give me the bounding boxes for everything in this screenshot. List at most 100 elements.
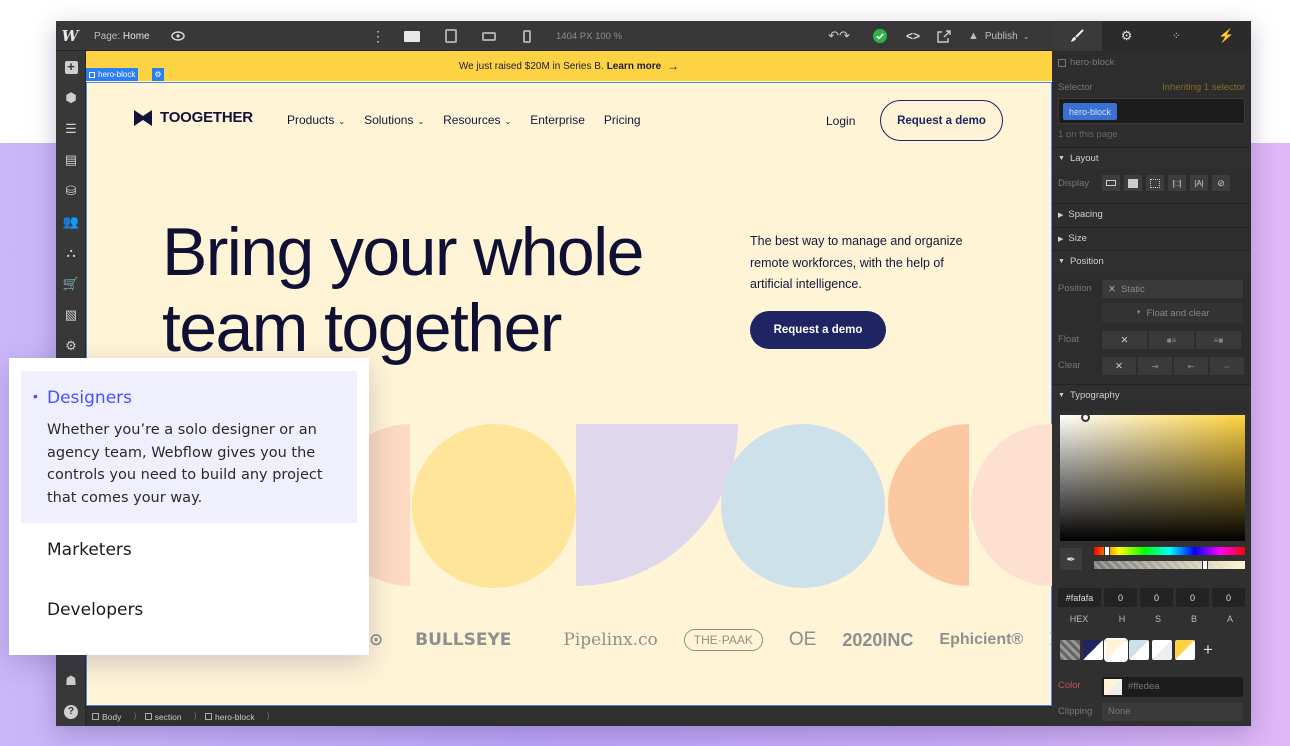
learn-more-link[interactable]: Learn more <box>607 61 661 72</box>
assets-icon[interactable]: ▧ <box>56 303 86 327</box>
float-right-icon[interactable]: ≡■ <box>1196 331 1241 349</box>
display-inline-icon[interactable]: |A| <box>1190 175 1208 191</box>
clear-right-icon[interactable]: ⇤ <box>1174 357 1208 375</box>
webflow-logo[interactable]: W <box>56 21 84 51</box>
nav-label: Products <box>287 113 335 127</box>
nav-products[interactable]: Products ⌄ <box>287 113 345 127</box>
swatch-white[interactable] <box>1152 640 1172 660</box>
selected-element-tag[interactable]: hero-block <box>86 68 139 81</box>
users-icon[interactable]: 👥 <box>56 210 86 234</box>
close-icon: ✕ <box>1108 283 1116 295</box>
undo-redo-icon[interactable]: ↶↷ <box>822 21 856 51</box>
nav-enterprise[interactable]: Enterprise <box>530 113 585 127</box>
element-settings-icon[interactable]: ⚙ <box>152 68 164 81</box>
clipping-select[interactable]: None <box>1102 703 1243 721</box>
nav-request-demo-button[interactable]: Request a demo <box>880 100 1003 141</box>
brand-logo[interactable]: TOOGETHER <box>134 109 253 126</box>
swatch-light-blue[interactable] <box>1129 640 1149 660</box>
export-icon[interactable] <box>934 21 954 51</box>
color-field[interactable]: #ffedea <box>1102 677 1243 697</box>
add-swatch-icon[interactable]: + <box>1198 640 1218 660</box>
clear-left-icon[interactable]: ⇥ <box>1138 357 1172 375</box>
saturation-brightness-area[interactable] <box>1060 413 1245 541</box>
breadcrumb-label: Body <box>102 711 122 722</box>
hue-input[interactable]: 0 <box>1104 588 1137 607</box>
caret-down-icon: ▼ <box>1058 155 1065 162</box>
desktop-viewport-icon[interactable] <box>401 21 423 51</box>
float-none-icon[interactable]: ✕ <box>1102 331 1147 349</box>
add-elements-icon[interactable]: + <box>56 55 86 79</box>
style-brush-icon[interactable] <box>1052 21 1102 51</box>
clear-none-icon[interactable]: ✕ <box>1102 357 1136 375</box>
preview-eye-icon[interactable] <box>168 21 188 51</box>
hero-request-demo-button[interactable]: Request a demo <box>750 311 886 349</box>
display-block-icon[interactable] <box>1102 175 1120 191</box>
logic-icon[interactable]: ⛬ <box>56 241 86 265</box>
nav-solutions[interactable]: Solutions ⌄ <box>364 113 424 127</box>
settings-gear-icon[interactable]: ⚙ <box>1102 21 1152 51</box>
alpha-handle[interactable] <box>1202 560 1208 570</box>
developers-tab[interactable]: Developers <box>47 600 143 620</box>
publish-button[interactable]: ▲ Publish ⌄ <box>968 21 1029 51</box>
hue-handle[interactable] <box>1104 546 1110 556</box>
display-row: Display [□] |A| ⊘ <box>1052 173 1251 195</box>
hex-input[interactable]: #fafafa <box>1058 588 1101 607</box>
mobile-viewport-icon[interactable] <box>516 21 538 51</box>
alpha-slider[interactable] <box>1094 560 1245 570</box>
layout-section-header[interactable]: ▼ Layout <box>1052 147 1251 169</box>
page-selector[interactable]: Page: Home <box>94 21 150 51</box>
swatch-cream-selected[interactable] <box>1104 638 1128 662</box>
announcement-text: We just raised $20M in Series B. <box>458 60 604 72</box>
position-select[interactable]: ✕ Static <box>1102 280 1243 298</box>
typography-section-header[interactable]: ▼ Typography <box>1052 384 1251 406</box>
swatch-navy[interactable] <box>1083 640 1103 660</box>
eyedropper-icon[interactable]: ✒ <box>1060 548 1082 570</box>
selector-chip[interactable]: hero-block <box>1063 103 1118 120</box>
help-icon[interactable]: ? <box>56 700 86 724</box>
navigator-icon[interactable]: ☰ <box>56 117 86 141</box>
login-link[interactable]: Login <box>826 114 855 128</box>
swatch-yellow[interactable] <box>1175 640 1195 660</box>
ecommerce-cart-icon[interactable]: 🛒 <box>56 272 86 296</box>
selector-field[interactable]: hero-block <box>1058 98 1245 124</box>
position-section-header[interactable]: ▼ Position <box>1052 250 1251 272</box>
lightning-icon[interactable]: ⚡ <box>1201 21 1251 51</box>
components-box-icon[interactable]: ⬢ <box>56 86 86 110</box>
nav-resources[interactable]: Resources ⌄ <box>443 113 511 127</box>
display-inline-block-icon[interactable]: [□] <box>1168 175 1186 191</box>
section-title: Size <box>1068 233 1087 244</box>
size-section-header[interactable]: ▶ Size <box>1052 227 1251 249</box>
interactions-drops-icon[interactable]: ⁘ <box>1152 21 1202 51</box>
team-icon[interactable]: ☗ <box>56 669 86 693</box>
display-grid-icon[interactable] <box>1146 175 1164 191</box>
clear-both-icon[interactable]: ⇔ <box>1210 357 1244 375</box>
display-none-icon[interactable]: ⊘ <box>1212 175 1230 191</box>
code-icon[interactable]: <> <box>902 21 924 51</box>
cms-database-icon[interactable]: ⛁ <box>56 179 86 203</box>
tablet-viewport-icon[interactable] <box>440 21 462 51</box>
swatch-transparent[interactable] <box>1060 640 1080 660</box>
display-flex-icon[interactable] <box>1124 175 1142 191</box>
color-preview-swatch <box>1104 679 1122 695</box>
saturation-input[interactable]: 0 <box>1140 588 1173 607</box>
breadcrumb-hero-block[interactable]: hero-block <box>204 712 255 722</box>
viewport-size-label: 1404 PX 100 % <box>556 30 623 42</box>
float-clear-toggle[interactable]: ▼ Float and clear <box>1102 303 1243 323</box>
float-left-icon[interactable]: ■≡ <box>1149 331 1194 349</box>
breadcrumb-section[interactable]: section <box>144 712 182 722</box>
more-options-icon[interactable]: ⋮ <box>368 21 388 51</box>
hue-slider[interactable] <box>1094 546 1245 556</box>
orange-half-circle <box>888 424 969 586</box>
spacing-section-header[interactable]: ▶ Spacing <box>1052 203 1251 225</box>
brightness-input[interactable]: 0 <box>1176 588 1209 607</box>
nav-pricing[interactable]: Pricing <box>604 113 641 127</box>
breadcrumb-body[interactable]: Body <box>92 712 121 722</box>
alpha-input[interactable]: 0 <box>1212 588 1245 607</box>
marketers-tab[interactable]: Marketers <box>47 540 132 560</box>
settings-icon[interactable]: ⚙ <box>56 334 86 358</box>
designers-tab-title[interactable]: Designers <box>47 388 132 408</box>
landscape-viewport-icon[interactable] <box>478 21 500 51</box>
pages-icon[interactable]: ▤ <box>56 148 86 172</box>
color-picker-handle[interactable] <box>1081 413 1090 422</box>
status-check-icon[interactable] <box>870 21 890 51</box>
